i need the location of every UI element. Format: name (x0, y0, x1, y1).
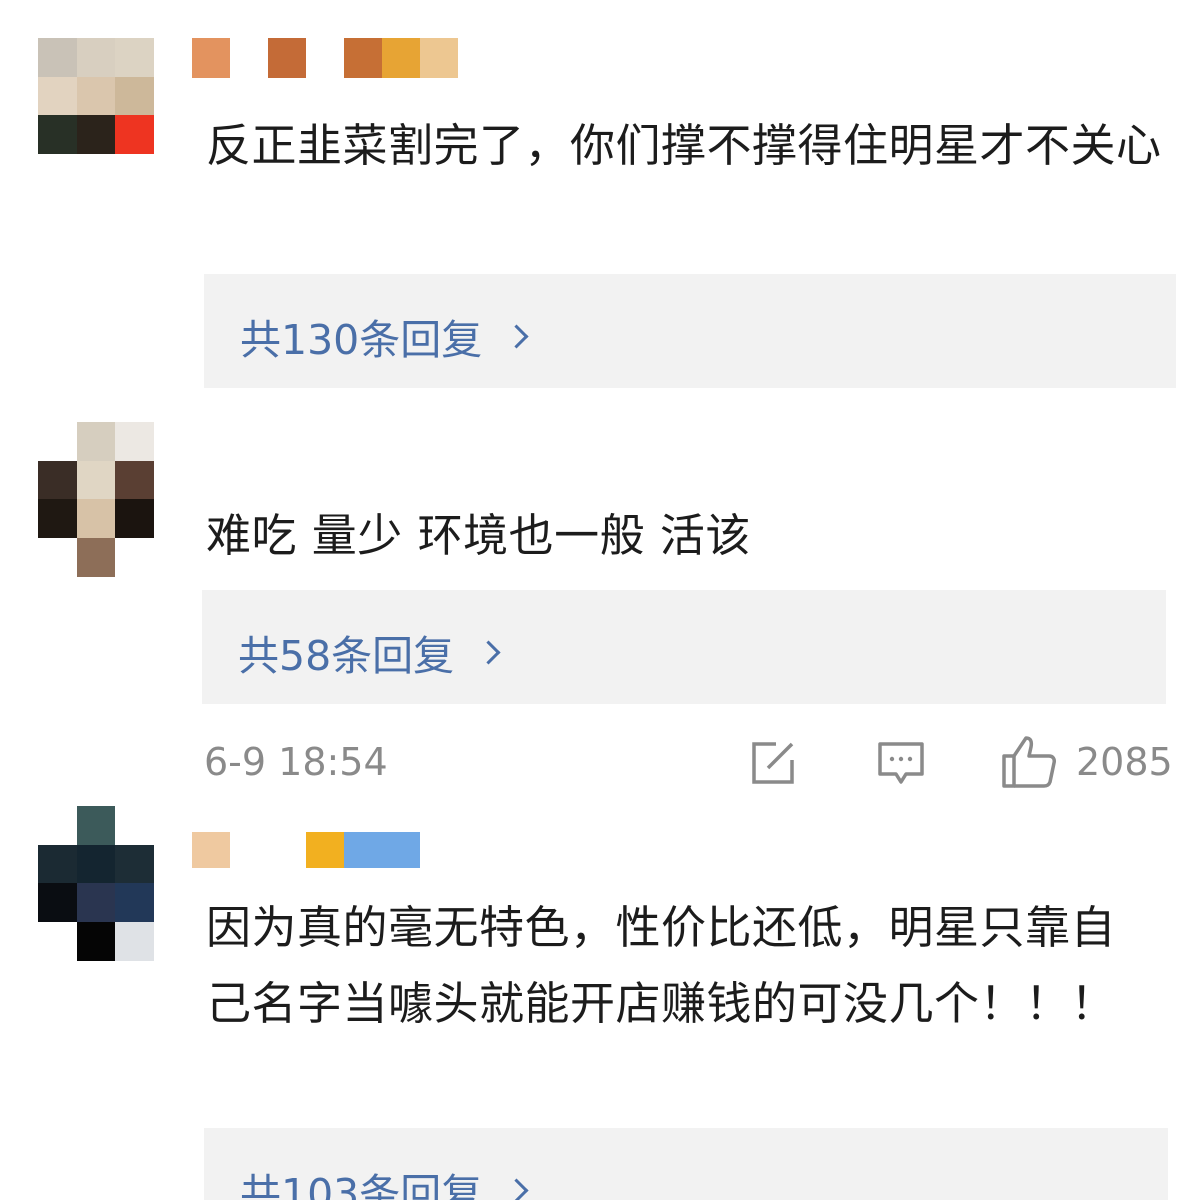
username[interactable] (192, 832, 420, 868)
comment-item: 因为真的毫无特色，性价比还低，明星只靠自己名字当噱头就能开店赚钱的可没几个！！！… (0, 0, 1200, 1200)
comment-text: 因为真的毫无特色，性价比还低，明星只靠自己名字当噱头就能开店赚钱的可没几个！！！ (206, 901, 1117, 1030)
avatar[interactable] (38, 806, 154, 961)
chevron-right-icon (504, 1177, 529, 1200)
reply-thread-button[interactable]: 共103条回复 (204, 1128, 1168, 1200)
reply-count-label: 共103条回复 (240, 1170, 483, 1200)
comment-feed: 反正韭菜割完了，你们撑不撑得住明星才不关心 共130条回复 难吃 量少 环境也一… (0, 0, 1200, 1200)
